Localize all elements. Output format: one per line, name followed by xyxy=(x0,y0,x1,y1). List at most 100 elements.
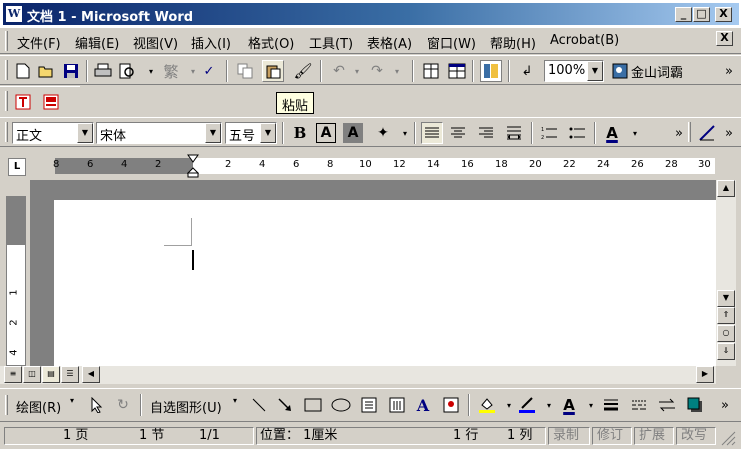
close-document-button[interactable]: X xyxy=(716,31,733,46)
menu-edit[interactable]: 编辑(E) xyxy=(75,33,119,52)
chevron-down-icon[interactable]: ▾ xyxy=(538,394,560,416)
insert-table-icon[interactable] xyxy=(446,60,468,82)
drawing-tools-icon[interactable] xyxy=(696,122,718,144)
menu-file[interactable]: 文件(F) xyxy=(17,33,61,52)
kingsoft-dictionary-label[interactable]: 金山词霸 xyxy=(631,62,683,81)
horizontal-scrollbar[interactable]: ≡ ◫ ▤ ☰ ◀ ▶ xyxy=(0,366,716,384)
shadow-icon[interactable] xyxy=(684,394,706,416)
print-icon[interactable] xyxy=(92,60,114,82)
select-objects-icon[interactable] xyxy=(86,394,108,416)
chevron-down-icon[interactable]: ▾ xyxy=(580,394,602,416)
justify-icon[interactable] xyxy=(421,122,443,144)
print-preview-icon[interactable] xyxy=(116,60,138,82)
chevron-down-icon[interactable]: ▼ xyxy=(77,123,93,143)
document-map-icon[interactable] xyxy=(480,60,502,82)
text-box-icon[interactable] xyxy=(358,394,380,416)
minimize-button[interactable]: _ xyxy=(675,7,692,22)
line-tool-icon[interactable] xyxy=(248,394,270,416)
menu-grip[interactable] xyxy=(5,31,8,51)
autoshapes-menu-button[interactable]: 自选图形(U) xyxy=(150,397,222,416)
status-rec[interactable]: 录制 xyxy=(548,427,590,445)
status-ovr[interactable]: 改写 xyxy=(676,427,716,445)
draw-menu-button[interactable]: 绘图(R) xyxy=(16,397,61,416)
menu-table[interactable]: 表格(A) xyxy=(367,33,412,52)
menu-window[interactable]: 窗口(W) xyxy=(427,33,476,52)
toolbar-grip[interactable] xyxy=(688,122,691,142)
vertical-text-box-icon[interactable] xyxy=(386,394,408,416)
distributed-align-icon[interactable] xyxy=(503,122,525,144)
chevron-down-icon[interactable]: ▾ xyxy=(386,60,408,82)
convert-to-pdf-icon[interactable] xyxy=(12,91,34,113)
normal-view-icon[interactable]: ≡ xyxy=(4,366,22,383)
chevron-down-icon[interactable]: ▾ xyxy=(624,122,646,144)
font-size-select[interactable]: 五号 ▼ xyxy=(225,122,277,144)
toolbar-options-icon[interactable]: » xyxy=(718,122,740,144)
open-folder-icon[interactable] xyxy=(36,60,58,82)
spelling-grammar-icon[interactable]: ✓ xyxy=(198,60,220,82)
toolbar-grip[interactable] xyxy=(5,122,8,142)
chevron-down-icon[interactable]: ▼ xyxy=(260,123,276,143)
kingsoft-dictionary-icon[interactable] xyxy=(609,60,631,82)
outline-view-icon[interactable]: ☰ xyxy=(61,366,79,383)
toolbar-options-icon[interactable]: » xyxy=(718,60,740,82)
toolbar-grip[interactable] xyxy=(5,395,8,415)
resize-grip-icon[interactable] xyxy=(718,428,736,446)
dash-style-icon[interactable] xyxy=(628,394,650,416)
arrow-style-icon[interactable] xyxy=(656,394,678,416)
chevron-down-icon[interactable]: ▾ xyxy=(394,122,416,144)
web-layout-icon[interactable]: ◫ xyxy=(23,366,41,383)
show-hide-marks-icon[interactable]: ↲ xyxy=(516,60,538,82)
free-rotate-icon[interactable]: ↻ xyxy=(112,394,134,416)
oval-tool-icon[interactable] xyxy=(330,394,352,416)
line-style-icon[interactable] xyxy=(600,394,622,416)
maximize-button[interactable]: □ xyxy=(693,7,710,22)
chevron-down-icon[interactable]: ▾ xyxy=(346,60,368,82)
chevron-down-icon[interactable]: ▼ xyxy=(205,123,221,143)
vertical-ruler[interactable]: 1 2 4 xyxy=(6,196,26,366)
toolbar-grip[interactable] xyxy=(5,60,8,80)
traditional-chinese-icon[interactable]: 繁 xyxy=(160,60,182,82)
word-app-icon[interactable]: W xyxy=(5,5,23,23)
font-color-button[interactable]: A xyxy=(601,122,623,144)
close-window-button[interactable]: X xyxy=(715,7,732,22)
status-ext[interactable]: 扩展 xyxy=(634,427,674,445)
chevron-down-icon[interactable]: ▾ xyxy=(233,396,237,405)
toolbar-options-icon[interactable]: » xyxy=(668,122,690,144)
style-select[interactable]: 正文 ▼ xyxy=(12,122,94,144)
arrow-tool-icon[interactable] xyxy=(274,394,296,416)
menu-help[interactable]: 帮助(H) xyxy=(490,33,536,52)
numbering-icon[interactable]: 12 xyxy=(538,122,560,144)
font-select[interactable]: 宋体 ▼ xyxy=(96,122,222,144)
character-border-button[interactable]: A xyxy=(316,123,336,143)
chevron-down-icon[interactable]: ▼ xyxy=(587,61,603,81)
new-document-icon[interactable] xyxy=(12,60,34,82)
select-browse-object-icon[interactable]: ○ xyxy=(717,325,735,342)
vertical-scrollbar[interactable]: ▲ ▼ ⇑ ○ ⇓ xyxy=(716,180,736,366)
draw-font-color-button[interactable]: A xyxy=(558,394,580,416)
chevron-down-icon[interactable]: ▾ xyxy=(140,60,162,82)
menu-view[interactable]: 视图(V) xyxy=(133,33,178,52)
indent-marker-icon[interactable] xyxy=(187,154,199,178)
menu-insert[interactable]: 插入(I) xyxy=(191,33,231,52)
chevron-down-icon[interactable]: ▾ xyxy=(70,396,74,405)
status-trk[interactable]: 修订 xyxy=(592,427,632,445)
fill-color-icon[interactable] xyxy=(476,394,498,416)
copy-icon[interactable] xyxy=(234,60,256,82)
menu-acrobat[interactable]: Acrobat(B) xyxy=(550,33,619,48)
bullets-icon[interactable] xyxy=(566,122,588,144)
title-bar-background[interactable]: W 文档 1 - Microsoft Word _ □ X xyxy=(3,3,739,25)
toolbar-grip[interactable] xyxy=(5,91,8,111)
horizontal-ruler[interactable]: 8 6 4 2 2 4 6 8 10 12 14 16 18 20 22 24 … xyxy=(53,154,715,178)
wordart-icon[interactable]: A xyxy=(412,394,434,416)
convert-and-email-pdf-icon[interactable] xyxy=(40,91,62,113)
previous-page-icon[interactable]: ⇑ xyxy=(717,307,735,324)
print-layout-icon[interactable]: ▤ xyxy=(42,366,60,383)
character-shading-button[interactable]: A xyxy=(343,123,363,143)
scroll-right-icon[interactable]: ▶ xyxy=(696,366,714,383)
format-painter-icon[interactable]: 🖌 xyxy=(292,60,314,82)
align-right-icon[interactable] xyxy=(475,122,497,144)
document-page[interactable] xyxy=(54,200,716,366)
scroll-left-icon[interactable]: ◀ xyxy=(82,366,100,383)
text-effects-icon[interactable]: ✦ xyxy=(372,122,394,144)
next-page-icon[interactable]: ⇓ xyxy=(717,343,735,360)
